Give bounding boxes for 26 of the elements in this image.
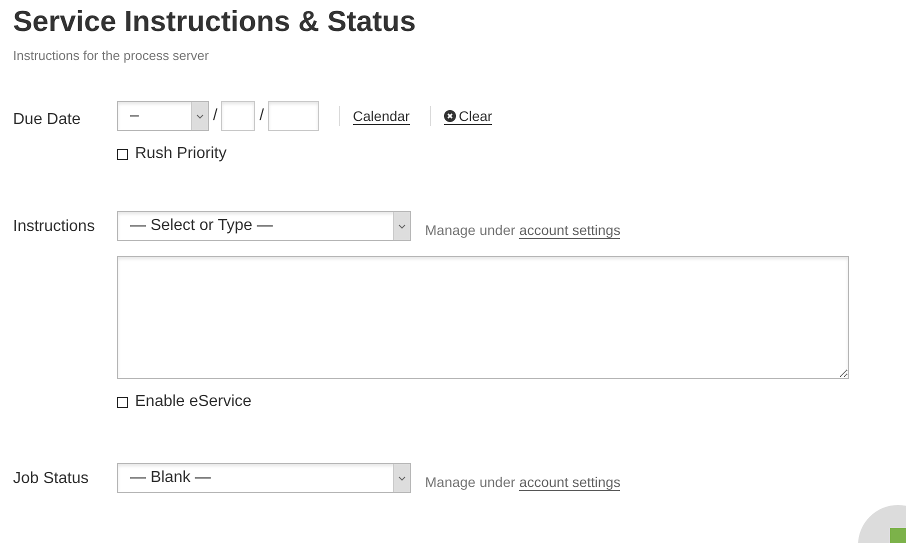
date-separator: / <box>259 107 264 125</box>
close-icon <box>444 110 456 122</box>
account-settings-link[interactable]: account settings <box>519 474 620 490</box>
chevron-icon <box>196 114 204 118</box>
hint-text: Manage under <box>425 222 516 238</box>
checkbox-option[interactable]: Rush Priority <box>117 145 492 163</box>
field-label: Job Status <box>13 469 90 489</box>
year-input[interactable] <box>268 101 319 131</box>
field-label: Instructions <box>13 217 96 237</box>
account-settings-link[interactable]: account settings <box>519 222 620 238</box>
month-select[interactable]: – <box>117 101 209 131</box>
checkbox-option[interactable]: Enable eService <box>117 393 849 411</box>
checkbox[interactable] <box>117 396 128 408</box>
chevron-icon <box>398 476 406 480</box>
date-separator: / <box>213 107 218 125</box>
hint-text: Manage under <box>425 474 516 490</box>
job-status-select[interactable]: — Blank — <box>117 463 411 493</box>
clear-link[interactable]: Clear <box>444 108 492 124</box>
day-input[interactable] <box>221 101 256 131</box>
checkbox[interactable] <box>117 148 128 160</box>
instructions-select[interactable]: — Select or Type — <box>117 211 411 241</box>
page-subtitle: Instructions for the process server <box>13 48 210 63</box>
page-title: Service Instructions & Status <box>13 5 417 40</box>
field-label: Due Date <box>13 110 82 130</box>
calendar-link[interactable]: Calendar <box>352 108 410 124</box>
chevron-icon <box>398 224 406 228</box>
